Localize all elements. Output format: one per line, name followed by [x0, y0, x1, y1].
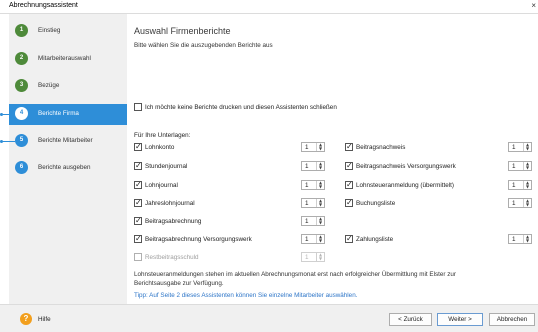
copies-value: 1	[305, 144, 309, 151]
report-label: Beitragsabrechnung	[145, 218, 202, 225]
spin-arrows-icon[interactable]: ▲ ▼	[316, 162, 324, 170]
wizard-sidebar: 1 Einstieg 2 Mitarbeiterauswahl 3 Bezüge…	[9, 14, 127, 304]
copies-value: 1	[305, 200, 309, 207]
spin-arrows-icon[interactable]: ▲ ▼	[523, 235, 531, 243]
report-checkbox-lohnsteueranmeldung[interactable]	[345, 180, 353, 189]
step-number-badge: 3	[15, 79, 28, 92]
copies-stepper[interactable]: 1 ▲ ▼	[301, 234, 325, 244]
report-checkbox-restbeitragsschuld	[134, 253, 142, 261]
group-label: Für Ihre Unterlagen:	[134, 132, 191, 139]
help-icon[interactable]: ?	[20, 313, 32, 325]
spin-arrows-icon[interactable]: ▲ ▼	[316, 235, 324, 243]
step-number-badge: 6	[15, 161, 28, 174]
no-reports-label: Ich möchte keine Berichte drucken und di…	[145, 104, 337, 111]
step-label: Bezüge	[38, 82, 60, 89]
spin-arrows-icon[interactable]: ▲ ▼	[523, 181, 531, 189]
copies-stepper[interactable]: 1 ▲ ▼	[508, 234, 532, 244]
no-reports-checkbox[interactable]	[134, 103, 142, 111]
report-label: Stundenjournal	[145, 163, 188, 170]
spin-arrows-icon[interactable]: ▲ ▼	[316, 181, 324, 189]
copies-stepper[interactable]: 1 ▲ ▼	[508, 142, 532, 152]
cancel-button[interactable]: Abbrechen	[489, 313, 535, 326]
copies-value: 1	[305, 163, 309, 170]
spin-arrows-icon[interactable]: ▲ ▼	[316, 199, 324, 207]
copies-value: 1	[305, 236, 309, 243]
report-checkbox-zahlungsliste[interactable]	[345, 234, 353, 243]
copies-value: 1	[512, 163, 516, 170]
copies-stepper[interactable]: 1 ▲ ▼	[508, 180, 532, 190]
step-number-badge: 4	[15, 107, 28, 120]
step-number-badge: 2	[15, 52, 28, 65]
copies-stepper[interactable]: 1 ▲ ▼	[301, 198, 325, 208]
next-button[interactable]: Weiter >	[437, 313, 483, 326]
copies-stepper[interactable]: 1 ▲ ▼	[301, 161, 325, 171]
step-label: Einstieg	[38, 27, 61, 34]
back-button[interactable]: < Zurück	[389, 313, 432, 326]
report-checkbox-stundenjournal[interactable]	[134, 161, 142, 170]
copies-stepper: 1 ▲ ▼	[301, 252, 325, 262]
info-note-line: Lohnsteueranmeldungen stehen im aktuelle…	[134, 271, 457, 278]
step-connector-line	[3, 141, 15, 142]
step-berichte-mitarbeiter[interactable]: 5 Berichte Mitarbeiter	[9, 131, 127, 152]
report-label: Beitragsnachweis	[356, 144, 406, 151]
report-checkbox-beitragsnachweis[interactable]	[345, 142, 353, 151]
copies-value: 1	[512, 182, 516, 189]
tip-text: Tipp: Auf Seite 2 dieses Assistenten kön…	[134, 292, 358, 299]
step-label: Berichte ausgeben	[38, 164, 91, 171]
report-checkbox-beitragsabrechnung-versorgungswerk[interactable]	[134, 234, 142, 243]
report-label: Buchungsliste	[356, 200, 396, 207]
info-note-line: Berichtsausgabe zur Verfügung.	[134, 280, 224, 287]
report-label: Lohnkonto	[145, 144, 175, 151]
copies-stepper[interactable]: 1 ▲ ▼	[301, 142, 325, 152]
report-label: Zahlungsliste	[356, 236, 394, 243]
report-checkbox-buchungsliste[interactable]	[345, 198, 353, 207]
report-checkbox-beitragsabrechnung[interactable]	[134, 216, 142, 225]
spin-arrows-icon[interactable]: ▲ ▼	[523, 199, 531, 207]
step-einstieg[interactable]: 1 Einstieg	[9, 21, 127, 42]
report-checkbox-jahreslohnjournal[interactable]	[134, 198, 142, 207]
report-checkbox-lohnkonto[interactable]	[134, 142, 142, 151]
step-berichte-firma[interactable]: 4 Berichte Firma	[9, 104, 127, 125]
copies-value: 1	[305, 218, 309, 225]
copies-value: 1	[305, 182, 309, 189]
copies-value: 1	[512, 236, 516, 243]
window-titlebar: Abrechnungsassistent ×	[0, 0, 538, 14]
help-link[interactable]: Hilfe	[38, 316, 51, 323]
step-mitarbeiterauswahl[interactable]: 2 Mitarbeiterauswahl	[9, 49, 127, 70]
copies-value: 1	[512, 144, 516, 151]
report-label: Beitragsabrechnung Versorgungswerk	[145, 236, 252, 243]
close-icon[interactable]: ×	[531, 1, 536, 10]
copies-stepper[interactable]: 1 ▲ ▼	[301, 180, 325, 190]
spin-arrows-icon[interactable]: ▲ ▼	[523, 162, 531, 170]
copies-stepper[interactable]: 1 ▲ ▼	[301, 216, 325, 226]
copies-stepper[interactable]: 1 ▲ ▼	[508, 161, 532, 171]
report-label: Jahreslohnjournal	[145, 200, 195, 207]
report-label: Beitragsnachweis Versorgungswerk	[356, 163, 456, 170]
report-label: Lohnjournal	[145, 182, 178, 189]
report-checkbox-lohnjournal[interactable]	[134, 180, 142, 189]
copies-stepper[interactable]: 1 ▲ ▼	[508, 198, 532, 208]
step-label: Mitarbeiterauswahl	[38, 55, 91, 62]
spin-arrows-icon[interactable]: ▲ ▼	[316, 217, 324, 225]
spin-arrows-icon[interactable]: ▲ ▼	[523, 143, 531, 151]
report-checkbox-beitragsnachweis-versorgungswerk[interactable]	[345, 161, 353, 170]
step-number-badge: 5	[15, 134, 28, 147]
step-bezuege[interactable]: 3 Bezüge	[9, 76, 127, 97]
step-berichte-ausgeben[interactable]: 6 Berichte ausgeben	[9, 158, 127, 179]
step-label: Berichte Mitarbeiter	[38, 137, 93, 144]
copies-value: 1	[305, 254, 309, 261]
step-connector-line	[3, 114, 15, 115]
page-subtitle: Bitte wählen Sie die auszugebenden Beric…	[134, 42, 273, 49]
step-label: Berichte Firma	[38, 110, 79, 117]
report-label: Lohnsteueranmeldung (übermittelt)	[356, 182, 455, 189]
spin-arrows-icon: ▲ ▼	[316, 253, 324, 261]
wizard-footer: ? Hilfe < Zurück Weiter > Abbrechen	[0, 304, 538, 332]
copies-value: 1	[512, 200, 516, 207]
page-title: Auswahl Firmenberichte	[134, 26, 231, 36]
window-title: Abrechnungsassistent	[9, 2, 78, 9]
report-label: Restbeitragsschuld	[145, 254, 199, 261]
spin-arrows-icon[interactable]: ▲ ▼	[316, 143, 324, 151]
step-number-badge: 1	[15, 24, 28, 37]
